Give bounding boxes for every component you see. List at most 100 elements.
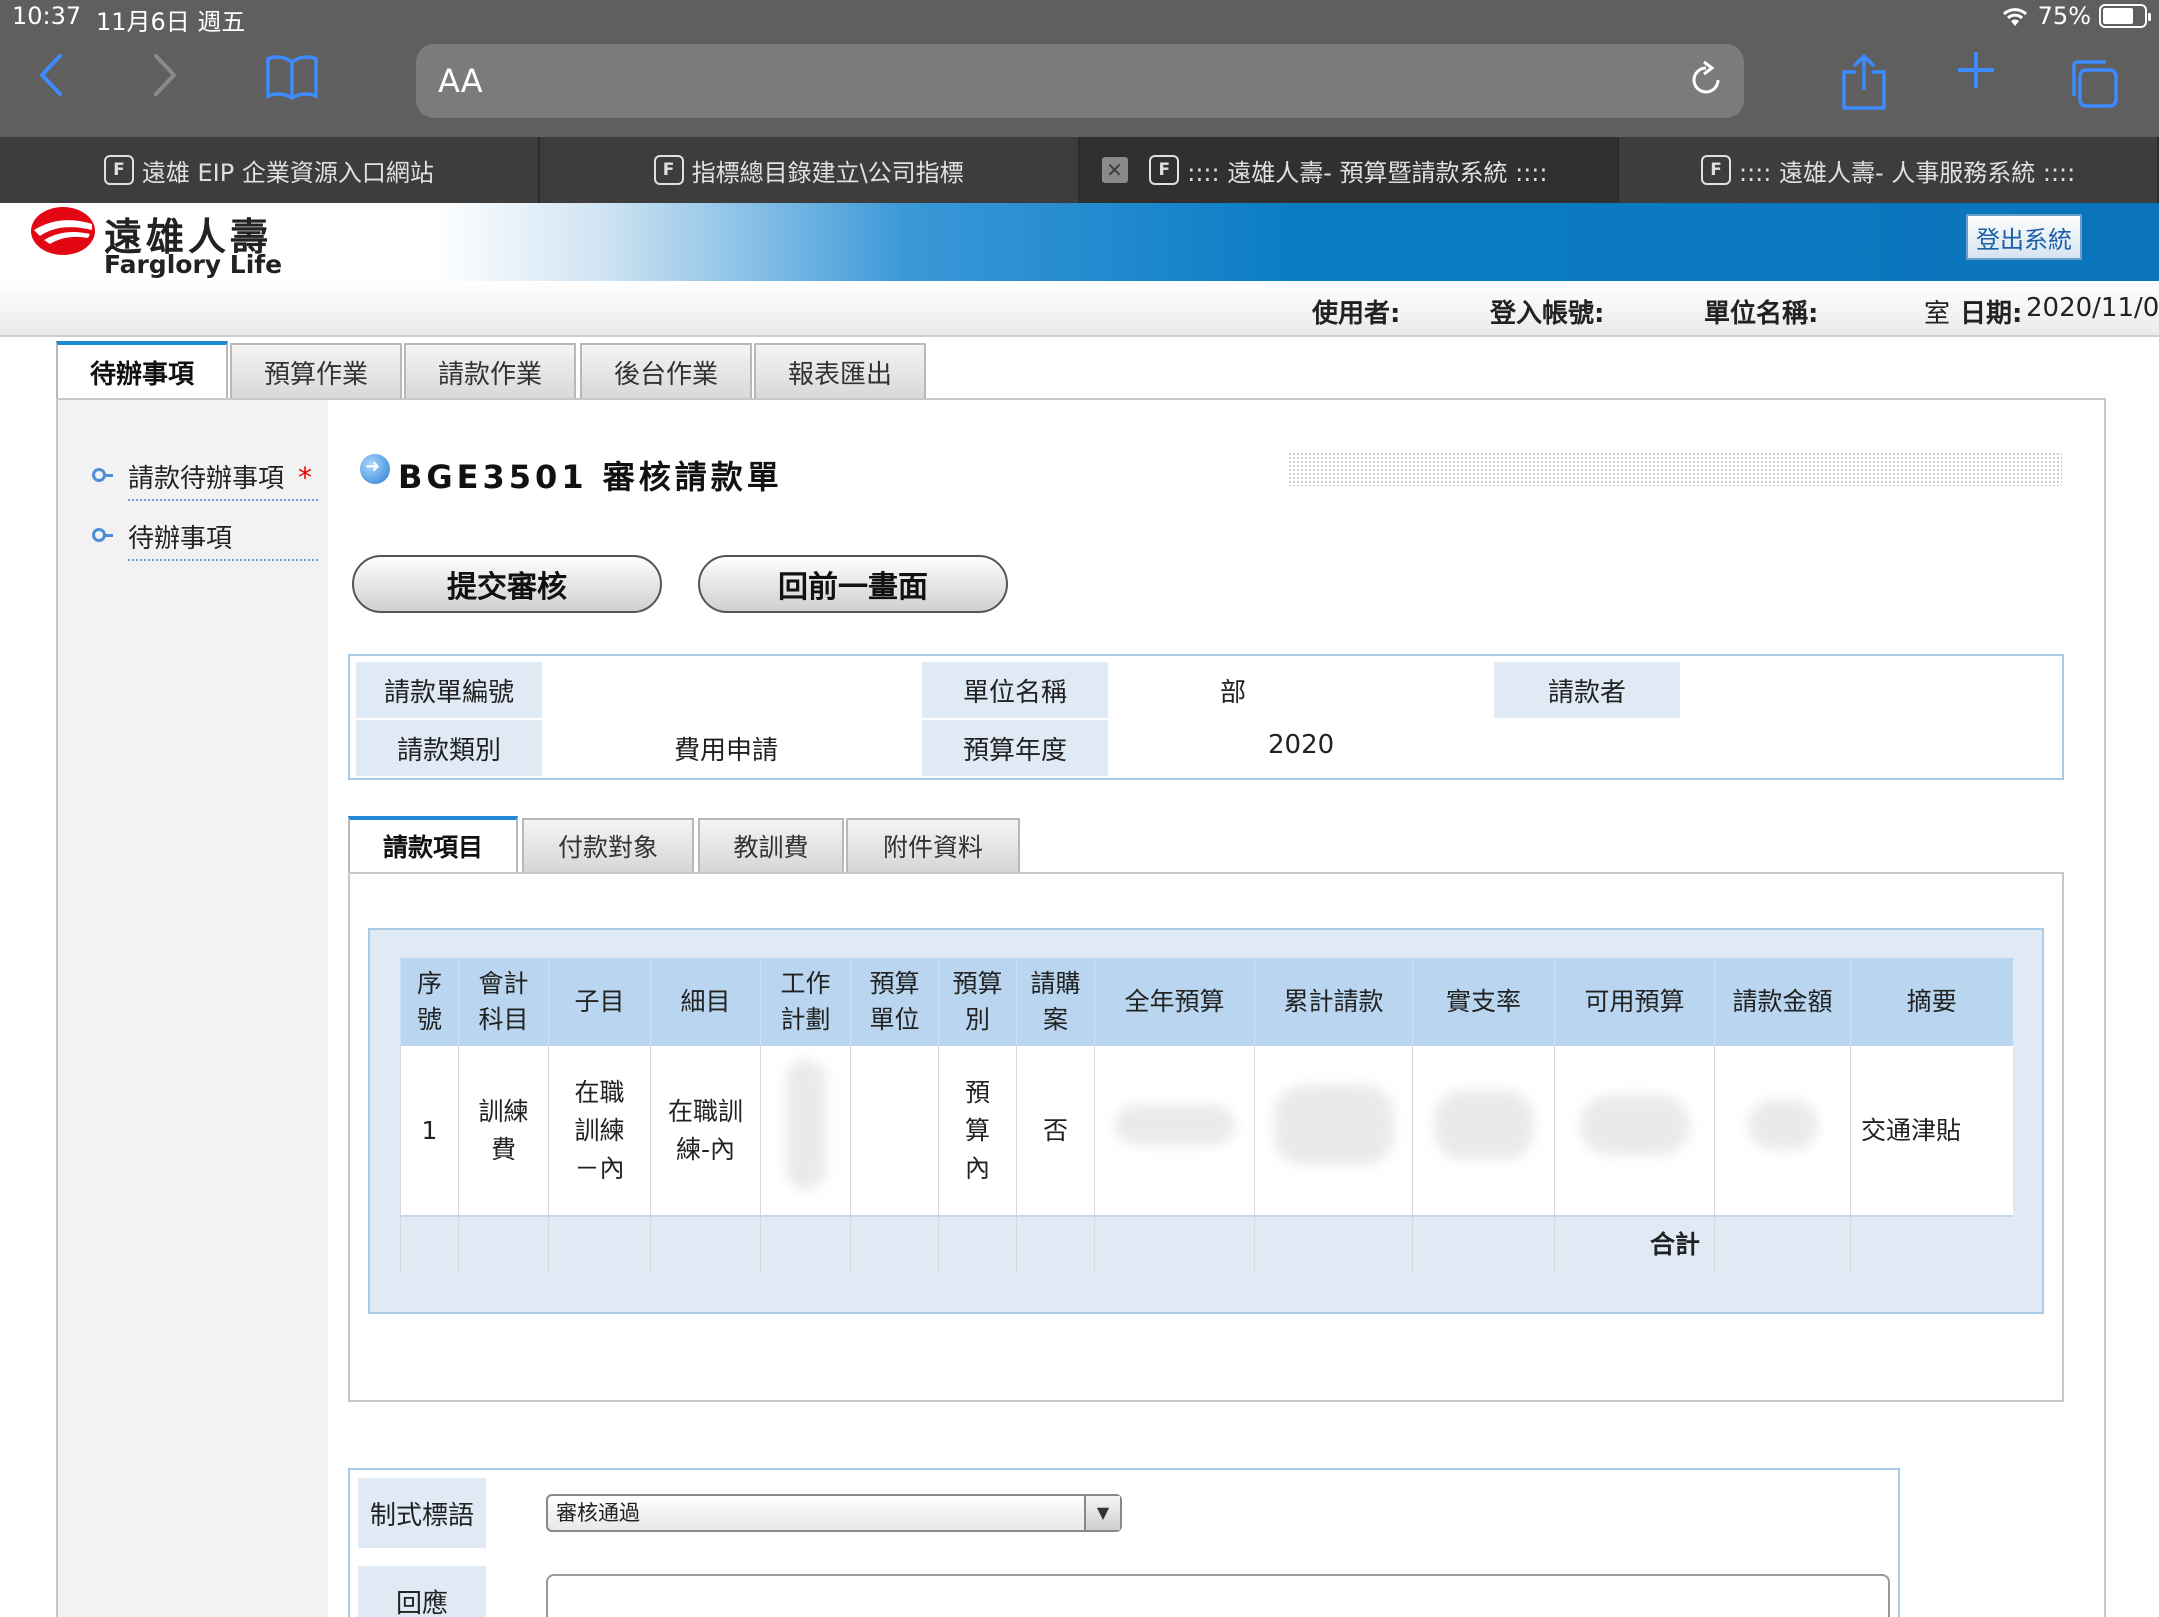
logout-button[interactable]: 登出系統: [1966, 214, 2082, 260]
chevron-right-icon: [154, 54, 177, 96]
browser-tab-bar: F 遠雄 EIP 企業資源入口網站 F 指標總目錄建立\公司指標 ✕ F :::…: [0, 137, 2159, 203]
browser-tab-kpi[interactable]: F 指標總目錄建立\公司指標: [540, 137, 1080, 203]
battery-icon: [2099, 4, 2151, 28]
cell-budget-unit: [850, 1046, 939, 1216]
reload-icon: [1692, 60, 1720, 94]
submit-review-button[interactable]: 提交審核: [352, 555, 662, 613]
reload-button[interactable]: [1686, 60, 1726, 100]
new-tab-button[interactable]: [1954, 44, 1998, 100]
book-icon: [266, 55, 318, 101]
cell-cumulative: [1254, 1046, 1413, 1216]
bookmarks-button[interactable]: [264, 52, 320, 108]
nav-bullet-icon: [92, 528, 113, 542]
subtab-attachments[interactable]: 附件資料: [846, 818, 1020, 872]
cell-purchase: 否: [1016, 1046, 1095, 1216]
redacted-value: [1114, 1105, 1235, 1145]
browser-chrome: 10:37 11月6日 週五 75% AA: [0, 0, 2159, 137]
col-header: 預算 別: [938, 958, 1017, 1046]
col-header: 可用預算: [1554, 958, 1715, 1046]
tabs-icon: [2072, 60, 2118, 108]
col-header: 累計請款: [1254, 958, 1413, 1046]
browser-tab-hr[interactable]: F :::: 遠雄人壽- 人事服務系統 ::::: [1619, 137, 2159, 203]
status-date: 11月6日 週五: [96, 8, 246, 36]
subtab-payee[interactable]: 付款對象: [522, 818, 694, 872]
table-total-row: 合計: [400, 1215, 2013, 1272]
favicon-icon: F: [1701, 155, 1731, 185]
cell-sub: 在職 訓練 －內: [548, 1046, 651, 1216]
form-no-label: 請款單編號: [356, 662, 542, 718]
unit-name-label: 單位名稱: [922, 662, 1108, 718]
required-marker: *: [298, 461, 313, 494]
redacted-value: [1747, 1100, 1818, 1150]
user-info-bar: 使用者: 登入帳號: 單位名稱: 室 日期: 2020/11/06: [0, 281, 2159, 337]
col-header: 會計 科目: [458, 958, 549, 1046]
arrow-circle-icon: [360, 454, 390, 484]
battery-fill: [2103, 8, 2133, 24]
browser-tab-eip[interactable]: F 遠雄 EIP 企業資源入口網站: [0, 137, 540, 203]
tab-todo[interactable]: 待辦事項: [56, 341, 228, 399]
total-label: 合計: [1554, 1215, 1715, 1272]
review-form: 制式標語 審核通過 ▼ 回應: [348, 1468, 1900, 1617]
tab-report[interactable]: 報表匯出: [754, 343, 926, 399]
battery-percent: 75%: [2037, 2, 2091, 30]
date-value: 2020/11/06: [2026, 293, 2159, 323]
reply-textarea[interactable]: [546, 1574, 1890, 1617]
table-header-row: 序 號 會計 科目 子目 細目 工作 計劃 預算 單位 預算 別 請購 案 全年…: [400, 958, 2013, 1046]
decorative-dots: [1288, 452, 2062, 486]
tab-backend[interactable]: 後台作業: [580, 343, 752, 399]
plus-icon: [1958, 52, 1994, 88]
date-label: 日期:: [1960, 299, 2023, 329]
browser-tab-label: 遠雄 EIP 企業資源入口網站: [141, 158, 434, 187]
request-info-table: 請款單編號 單位名稱 部 請款者 請款類別 費用申請 預算年度 2020: [348, 654, 2064, 780]
cell-available: [1554, 1046, 1715, 1216]
col-header: 序 號: [400, 958, 459, 1046]
budget-year-label: 預算年度: [922, 720, 1108, 776]
chevron-down-icon: ▼: [1084, 1496, 1120, 1530]
back-button[interactable]: [36, 52, 66, 110]
sidebar-item-request-todo[interactable]: 請款待辦事項 *: [128, 458, 318, 501]
col-header: 細目: [650, 958, 761, 1046]
tab-overview-button[interactable]: [2066, 56, 2120, 110]
cell-seq: 1: [400, 1046, 459, 1216]
url-bar[interactable]: AA: [416, 44, 1744, 118]
account-label: 登入帳號:: [1490, 299, 1605, 329]
browser-tab-label: 指標總目錄建立\公司指標: [691, 158, 964, 187]
subtab-items[interactable]: 請款項目: [348, 816, 518, 872]
forward-button[interactable]: [150, 52, 180, 110]
back-previous-button[interactable]: 回前一畫面: [698, 555, 1008, 613]
status-right: 75%: [2000, 2, 2151, 30]
sidebar-item-label: 請款待辦事項: [128, 464, 285, 494]
col-header: 全年預算: [1094, 958, 1255, 1046]
favicon-icon: F: [1149, 155, 1180, 185]
close-tab-icon[interactable]: ✕: [1101, 157, 1128, 183]
tab-budget[interactable]: 預算作業: [230, 343, 402, 399]
budget-year-value: 2020: [1268, 730, 1335, 760]
request-type-value: 費用申請: [674, 736, 779, 766]
farglory-logo-icon: [31, 207, 95, 255]
browser-tab-budget[interactable]: ✕ F :::: 遠雄人壽- 預算暨請款系統 ::::: [1079, 137, 1620, 203]
sidebar-item-label: 待辦事項: [128, 524, 233, 554]
unit-label: 單位名稱:: [1704, 299, 1819, 329]
standard-phrase-select[interactable]: 審核通過 ▼: [546, 1494, 1122, 1532]
wifi-icon: [2002, 8, 2027, 26]
share-button[interactable]: [1838, 52, 1890, 112]
nav-bullet-icon: [92, 468, 113, 482]
reader-options-button[interactable]: AA: [438, 62, 483, 100]
unit-value: 室: [1924, 299, 1951, 329]
sidebar-item-todo[interactable]: 待辦事項: [128, 518, 318, 561]
col-header: 工作 計劃: [760, 958, 851, 1046]
cell-account: 訓練 費: [458, 1046, 549, 1216]
browser-tab-label: :::: 遠雄人壽- 人事服務系統 ::::: [1739, 158, 2076, 187]
subtab-training-fee[interactable]: 教訓費: [698, 818, 844, 872]
chevron-left-icon: [39, 54, 62, 96]
page-title: BGE3501 審核請款單: [398, 458, 783, 496]
tab-request[interactable]: 請款作業: [404, 343, 576, 399]
request-type-label: 請款類別: [356, 720, 542, 776]
redacted-value: [1579, 1095, 1690, 1155]
select-value: 審核通過: [556, 1501, 640, 1525]
items-table: 序 號 會計 科目 子目 細目 工作 計劃 預算 單位 預算 別 請購 案 全年…: [400, 958, 2013, 1272]
user-label: 使用者:: [1312, 299, 1401, 329]
cell-amount: [1714, 1046, 1851, 1216]
cell-summary: 交通津貼: [1850, 1046, 2013, 1216]
col-header: 摘要: [1850, 958, 2013, 1046]
